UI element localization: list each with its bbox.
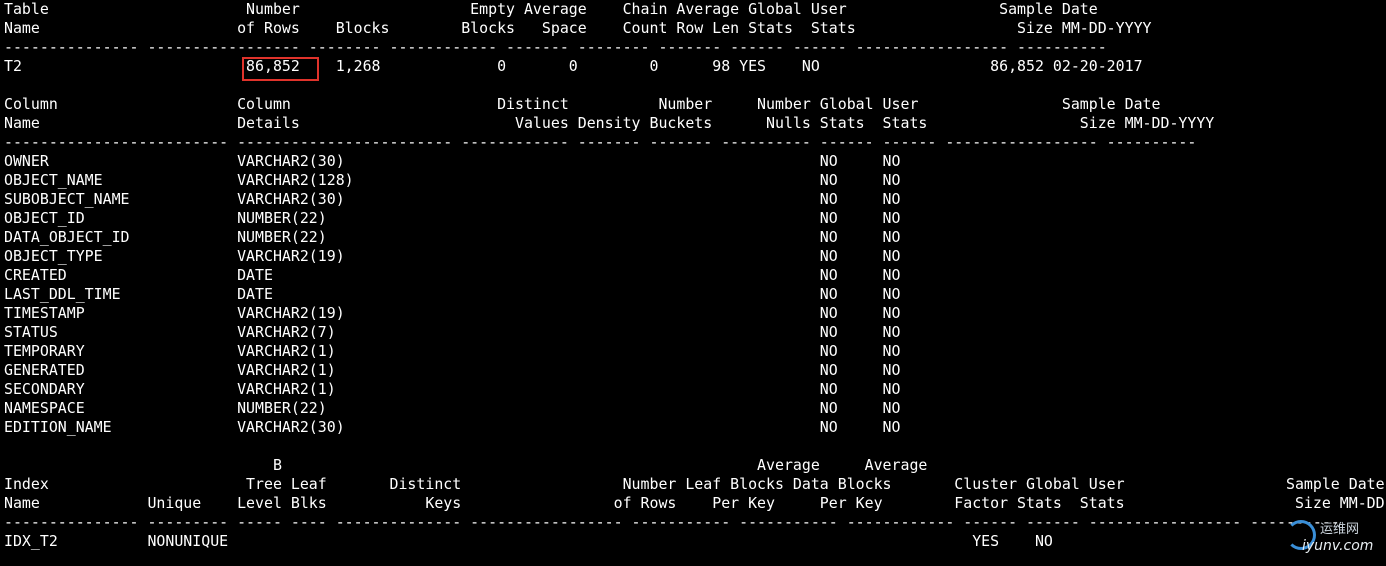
terminal-line: TIMESTAMP VARCHAR2(19) NO NO [4,304,901,322]
watermark-cn: 运维网 [1320,522,1360,537]
terminal-line: NAMESPACE NUMBER(22) NO NO [4,399,901,417]
terminal-line: OBJECT_NAME VARCHAR2(128) NO NO [4,171,901,189]
terminal-line: SUBOBJECT_NAME VARCHAR2(30) NO NO [4,190,901,208]
terminal-line: OBJECT_ID NUMBER(22) NO NO [4,209,901,227]
terminal-line: Index Tree Leaf Distinct Number Leaf Blo… [4,475,1385,493]
terminal-line: STATUS VARCHAR2(7) NO NO [4,323,901,341]
terminal-line: --------------- ----------------- ------… [4,38,1107,56]
terminal-line: Name of Rows Blocks Blocks Space Count R… [4,19,1152,37]
terminal-line: ------------------------- --------------… [4,133,1197,151]
terminal-output[interactable]: Table Number Empty Average Chain Average… [0,0,1386,566]
highlight-box [242,57,319,81]
terminal-line: TEMPORARY VARCHAR2(1) NO NO [4,342,901,360]
terminal-line: OWNER VARCHAR2(30) NO NO [4,152,901,170]
terminal-line: B Average Average [4,456,928,474]
terminal-line: GENERATED VARCHAR2(1) NO NO [4,361,901,379]
terminal-line: T2 86,852 1,268 0 0 0 98 YES NO 86,852 0… [4,57,1143,75]
terminal-line: Column Column Distinct Number Number Glo… [4,95,1161,113]
terminal-line: SECONDARY VARCHAR2(1) NO NO [4,380,901,398]
terminal-line: IDX_T2 NONUNIQUE YES NO [4,532,1053,550]
terminal-line: DATA_OBJECT_ID NUMBER(22) NO NO [4,228,901,246]
watermark-en: iyunv.com [1302,538,1374,554]
watermark-logo: 运维网 iyunv.com [1280,516,1380,560]
terminal-line: LAST_DDL_TIME DATE NO NO [4,285,901,303]
terminal-line: CREATED DATE NO NO [4,266,901,284]
terminal-text: Table Number Empty Average Chain Average… [0,0,1386,551]
terminal-line: EDITION_NAME VARCHAR2(30) NO NO [4,418,901,436]
terminal-line: Name Details Values Density Buckets Null… [4,114,1215,132]
terminal-line: --------------- --------- ----- ---- ---… [4,513,1340,531]
terminal-line: Table Number Empty Average Chain Average… [4,0,1098,18]
terminal-line: Name Unique Level Blks Keys of Rows Per … [4,494,1386,512]
terminal-line: OBJECT_TYPE VARCHAR2(19) NO NO [4,247,901,265]
